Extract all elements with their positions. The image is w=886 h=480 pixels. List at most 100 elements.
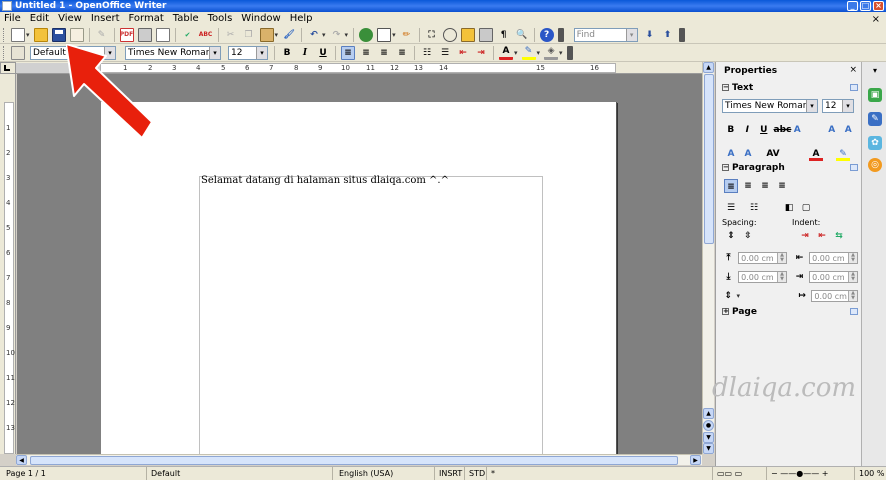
hanging-indent-icon[interactable]: ⇆	[832, 229, 846, 243]
status-page[interactable]: Page 1 / 1	[2, 467, 46, 480]
underline-icon[interactable]: U	[757, 123, 771, 137]
close-window-button[interactable]: ×	[873, 1, 884, 11]
align-center-icon[interactable]: ≡	[359, 46, 373, 60]
previous-page-icon[interactable]: ▲	[703, 408, 714, 419]
decrease-indent-icon[interactable]: ⇤	[456, 46, 470, 60]
font-color-icon[interactable]: A	[809, 147, 823, 161]
line-spacing-icon[interactable]: ⇳	[741, 229, 755, 243]
save-icon[interactable]	[51, 27, 66, 42]
bold-icon[interactable]: B	[280, 46, 294, 60]
table-icon[interactable]	[377, 27, 392, 42]
minimize-button[interactable]: _	[847, 1, 858, 11]
status-insert-mode[interactable]: INSRT	[434, 467, 464, 480]
expand-icon[interactable]: +	[722, 308, 729, 315]
strikethrough-icon[interactable]: abc	[774, 123, 792, 137]
menu-table[interactable]: Table	[169, 12, 204, 26]
decrease-indent-icon[interactable]: ⇤	[815, 229, 829, 243]
align-left-icon[interactable]: ≡	[724, 179, 738, 193]
menu-window[interactable]: Window	[237, 12, 285, 26]
menu-view[interactable]: View	[54, 12, 87, 26]
email-icon[interactable]	[69, 27, 84, 42]
line-spacing-select-icon[interactable]: ⇕	[722, 289, 734, 303]
underline-icon[interactable]: U	[316, 46, 330, 60]
italic-icon[interactable]: I	[741, 123, 755, 137]
borders-icon[interactable]: ▢	[799, 201, 813, 215]
justify-icon[interactable]: ≡	[775, 179, 789, 193]
vertical-ruler[interactable]: 1 2 3 4 5 6 7 8 9 10 11 12 13	[0, 74, 16, 454]
above-spacing-icon[interactable]: ⤒	[722, 251, 735, 265]
close-sidebar-icon[interactable]: ×	[849, 65, 857, 75]
menu-tools[interactable]: Tools	[204, 12, 238, 26]
new-dropdown-icon[interactable]: ▾	[26, 31, 30, 39]
scroll-left-icon[interactable]: ◀	[16, 455, 27, 465]
after-indent-icon[interactable]: ⇥	[793, 270, 806, 284]
before-indent-icon[interactable]: ⇤	[793, 251, 806, 265]
toolbar-grip[interactable]	[3, 45, 6, 60]
cut-icon[interactable]: ✂	[224, 28, 238, 42]
scroll-right-icon[interactable]: ▶	[690, 455, 701, 465]
paragraph-panel-header[interactable]: − Paragraph	[720, 162, 858, 174]
sidebar-font-size-select[interactable]: 12 ▾	[822, 99, 854, 113]
horizontal-scrollbar[interactable]: ◀ ▶	[16, 454, 702, 465]
chevron-down-icon[interactable]: ▾	[806, 100, 817, 112]
italic-icon[interactable]: I	[298, 46, 312, 60]
numbering-icon[interactable]: ☷	[747, 201, 761, 215]
document-text[interactable]: Selamat datang di halaman situs dlaiqa.c…	[201, 175, 449, 186]
more-options-icon[interactable]	[850, 164, 858, 171]
collapse-icon[interactable]: −	[722, 84, 729, 91]
highlighting-icon[interactable]: ✎	[836, 147, 850, 161]
character-spacing-icon[interactable]: AV	[766, 147, 780, 161]
menu-file[interactable]: File	[0, 12, 26, 26]
more-options-icon[interactable]	[850, 308, 858, 315]
export-pdf-icon[interactable]: PDF	[119, 27, 134, 42]
redo-icon[interactable]: ↷	[330, 28, 344, 42]
subscript-icon[interactable]: A	[741, 147, 755, 161]
find-previous-icon[interactable]: ⬆	[661, 28, 675, 42]
justify-icon[interactable]: ≡	[395, 46, 409, 60]
open-folder-icon[interactable]	[33, 27, 48, 42]
numbering-icon[interactable]: ☷	[420, 46, 434, 60]
navigator-tab-icon[interactable]: ◎	[868, 158, 882, 172]
increase-indent-icon[interactable]: ⇥	[474, 46, 488, 60]
first-line-indent-icon[interactable]: ↦	[796, 289, 808, 303]
toolbar-options-icon[interactable]	[557, 27, 564, 42]
copy-icon[interactable]: ❐	[242, 28, 256, 42]
formatting-marks-icon[interactable]: ¶	[497, 28, 511, 42]
navigation-icon[interactable]: ●	[703, 420, 714, 431]
increase-indent-icon[interactable]: ⇥	[798, 229, 812, 243]
status-page-style[interactable]: Default	[146, 467, 332, 480]
new-document-icon[interactable]	[11, 27, 25, 42]
hyperlink-icon[interactable]	[359, 27, 374, 42]
below-spacing-icon[interactable]: ⤓	[722, 270, 735, 284]
toolbar-grip[interactable]	[3, 27, 6, 42]
align-right-icon[interactable]: ≡	[758, 179, 772, 193]
print-icon[interactable]	[137, 27, 152, 42]
data-sources-icon[interactable]	[478, 27, 493, 42]
show-draw-functions-icon[interactable]: ✏	[400, 28, 414, 42]
zoom-icon[interactable]: 🔍	[515, 28, 529, 42]
view-layout-icons[interactable]: ▭▭ ▭	[712, 467, 766, 480]
bullets-icon[interactable]: ☰	[724, 201, 738, 215]
more-options-icon[interactable]	[850, 84, 858, 91]
text-panel-header[interactable]: − Text	[720, 82, 858, 94]
scroll-up-icon[interactable]: ▲	[703, 62, 714, 73]
maximize-button[interactable]: □	[860, 1, 871, 11]
bullets-icon[interactable]: ☰	[438, 46, 452, 60]
shadow-icon[interactable]: A	[791, 123, 805, 137]
chevron-down-icon[interactable]: ▾	[842, 100, 853, 112]
bold-icon[interactable]: B	[724, 123, 738, 137]
menu-format[interactable]: Format	[125, 12, 169, 26]
align-left-icon[interactable]: ≡	[341, 45, 355, 60]
chevron-down-icon[interactable]: ▾	[736, 292, 740, 300]
horizontal-scroll-thumb[interactable]	[30, 456, 678, 465]
grow-font-icon[interactable]: A	[825, 123, 839, 137]
paste-icon[interactable]	[259, 27, 274, 42]
styles-formatting-icon[interactable]	[11, 45, 25, 60]
vertical-scroll-thumb[interactable]	[704, 74, 714, 244]
sidebar-menu-icon[interactable]: ▾	[868, 64, 882, 78]
next-page-icon[interactable]: ▼	[703, 432, 714, 443]
find-dropdown-icon[interactable]: ▾	[625, 28, 637, 41]
spinner-icon[interactable]: ▲ ▼	[848, 253, 857, 263]
styles-tab-icon[interactable]: ✎	[868, 112, 882, 126]
status-language[interactable]: English (USA)	[332, 467, 434, 480]
